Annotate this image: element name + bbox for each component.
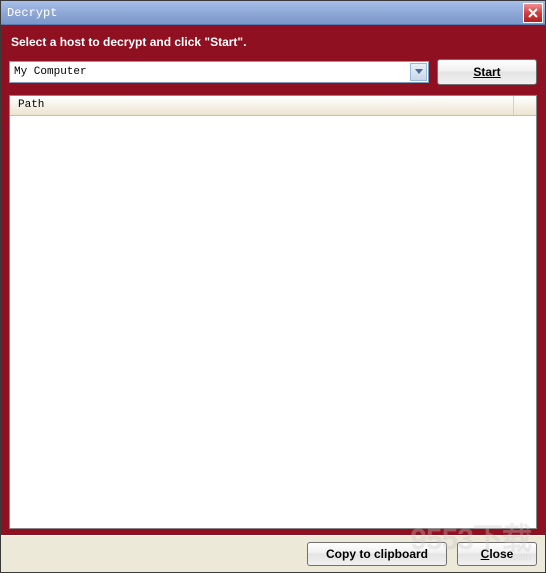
list-body[interactable] bbox=[10, 116, 536, 528]
column-header-path[interactable]: Path bbox=[10, 96, 514, 115]
host-select-value: My Computer bbox=[14, 66, 87, 78]
titlebar[interactable]: Decrypt bbox=[1, 1, 545, 25]
host-select[interactable]: My Computer bbox=[9, 61, 429, 83]
window-title: Decrypt bbox=[7, 6, 57, 20]
list-header: Path bbox=[10, 96, 536, 116]
start-button[interactable]: Start bbox=[437, 59, 537, 85]
dropdown-arrow-button[interactable] bbox=[410, 63, 427, 81]
close-icon bbox=[528, 8, 538, 18]
column-header-spacer bbox=[514, 96, 536, 115]
path-list: Path bbox=[9, 95, 537, 529]
host-row: My Computer Start bbox=[9, 59, 537, 85]
decrypt-window: Decrypt Select a host to decrypt and cli… bbox=[0, 0, 546, 573]
content-area: Select a host to decrypt and click "Star… bbox=[1, 25, 545, 535]
chevron-down-icon bbox=[415, 69, 423, 75]
instruction-text: Select a host to decrypt and click "Star… bbox=[9, 35, 537, 49]
copy-to-clipboard-button[interactable]: Copy to clipboard bbox=[307, 542, 447, 566]
window-close-button[interactable] bbox=[523, 3, 543, 23]
close-button[interactable]: Close bbox=[457, 542, 537, 566]
footer: Copy to clipboard Close bbox=[1, 535, 545, 572]
